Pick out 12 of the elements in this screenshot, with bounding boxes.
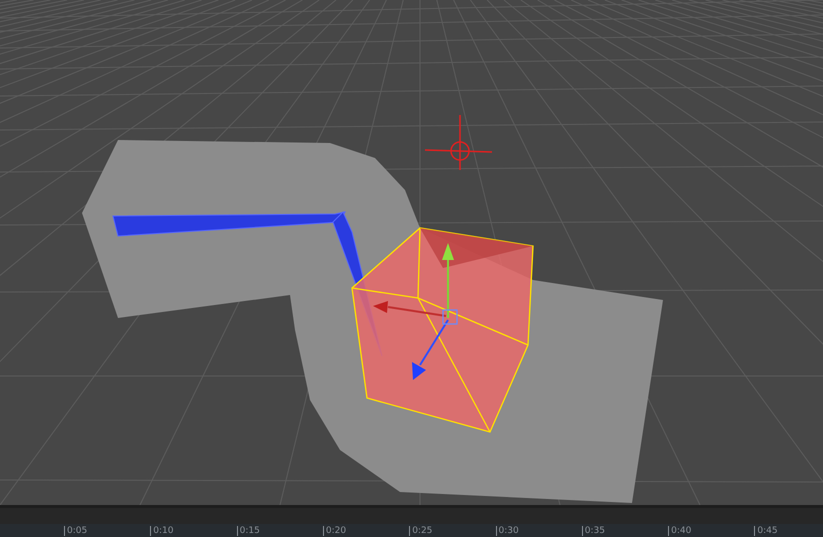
crosshair-icon bbox=[424, 115, 492, 170]
time-label: 0:25 bbox=[409, 526, 432, 536]
time-label: 0:45 bbox=[754, 526, 778, 536]
time-label: 0:40 bbox=[668, 526, 692, 536]
time-label: 0:30 bbox=[496, 526, 519, 536]
time-label: 0:35 bbox=[582, 526, 606, 536]
time-label: 0:15 bbox=[236, 526, 260, 536]
time-label: 0:10 bbox=[150, 526, 174, 536]
time-label: 0:05 bbox=[64, 526, 88, 536]
3d-viewport[interactable] bbox=[0, 0, 823, 505]
time-label: 0:20 bbox=[322, 526, 346, 536]
timeline-ruler[interactable]: 0:05 0:10 0:15 0:20 0:25 0:30 0:35 0:40 0:45 bbox=[0, 524, 823, 537]
